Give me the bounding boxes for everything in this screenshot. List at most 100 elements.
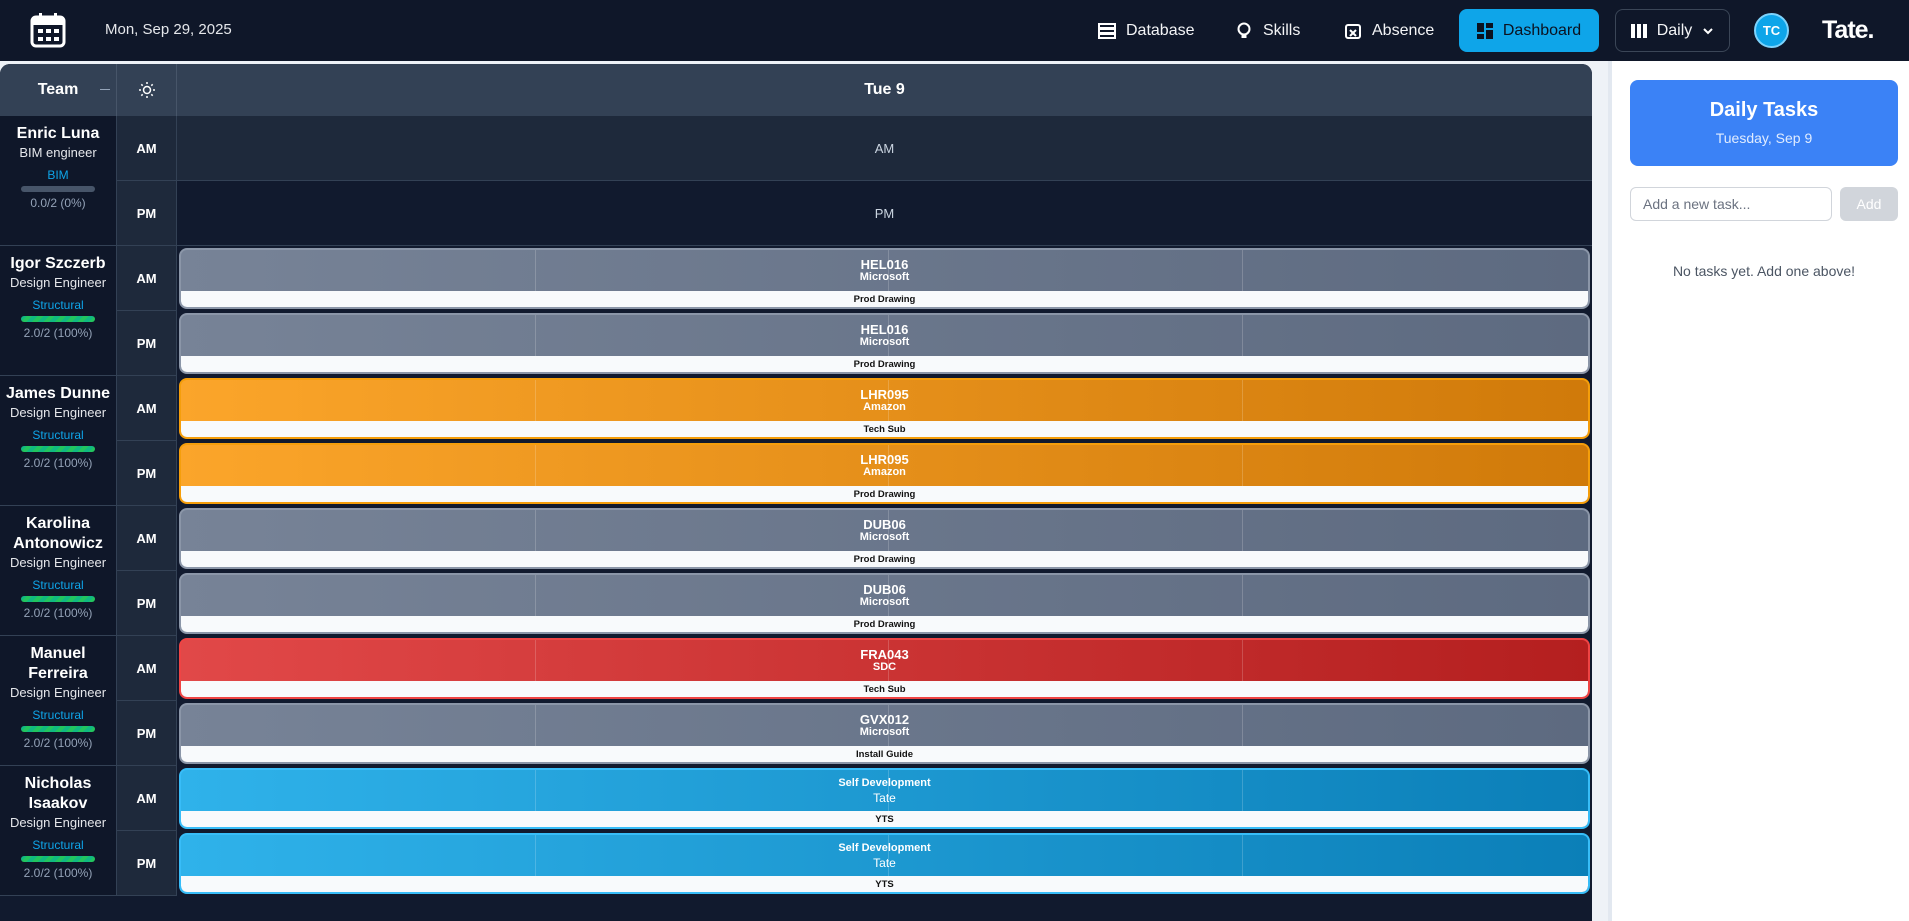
pm-label: PM <box>117 701 177 766</box>
view-select-label: Daily <box>1656 21 1693 39</box>
chevron-down-icon <box>1703 27 1713 34</box>
user-avatar[interactable]: TC <box>1754 13 1789 48</box>
member-name: Manuel Ferreira <box>28 645 88 682</box>
empty-slot-am[interactable]: AM <box>177 116 1592 181</box>
grid-line <box>1242 250 1243 291</box>
grid-line <box>535 250 536 291</box>
assignment-card-pm[interactable]: LHR095 Amazon Prod Drawing <box>179 443 1590 504</box>
team-member[interactable]: James Dunne Design Engineer Structural 2.0/… <box>0 376 117 506</box>
sun-icon <box>138 82 155 98</box>
card-header: DUB06 Microsoft <box>181 575 1588 616</box>
grid-line <box>535 380 536 421</box>
grid-line <box>1242 835 1243 876</box>
member-name: Nicholas Isaakov <box>24 775 92 812</box>
assignment-card-am[interactable]: Self Development Tate YTS <box>179 768 1590 829</box>
project-client: Tate <box>873 791 896 805</box>
current-date: Mon, Sep 29, 2025 <box>105 21 232 38</box>
calendar-icon[interactable] <box>30 12 66 48</box>
nav-database[interactable]: Database <box>1098 18 1195 43</box>
member-name: Karolina Antonowicz <box>13 515 103 552</box>
project-client: Tate <box>873 856 896 870</box>
card-header: GVX012 Microsoft <box>181 705 1588 746</box>
grid-line <box>535 770 536 811</box>
dashboard-button[interactable]: Dashboard <box>1459 9 1599 52</box>
assignment-card-pm[interactable]: DUB06 Microsoft Prod Drawing <box>179 573 1590 634</box>
grid-line <box>535 640 536 681</box>
am-label: AM <box>117 116 177 181</box>
pm-label: PM <box>117 181 177 246</box>
assignment-card-am[interactable]: LHR095 Amazon Tech Sub <box>179 378 1590 439</box>
capacity-bar <box>21 186 95 192</box>
assignment-card-pm[interactable]: Self Development Tate YTS <box>179 833 1590 894</box>
project-code: Self Development <box>838 842 931 854</box>
grid-line <box>888 380 889 421</box>
assignment-card-pm[interactable]: HEL016 Microsoft Prod Drawing <box>179 313 1590 374</box>
grid-line <box>888 835 889 876</box>
daily-tasks-title: Daily Tasks <box>1709 99 1819 121</box>
project-code: LHR095 <box>860 451 909 467</box>
project-code: FRA043 <box>860 646 909 662</box>
task-type: Install Guide <box>181 746 1588 762</box>
assignment-card-am[interactable]: DUB06 Microsoft Prod Drawing <box>179 508 1590 569</box>
lightbulb-icon <box>1237 22 1251 38</box>
nav-skills[interactable]: Skills <box>1235 18 1300 43</box>
collapse-icon[interactable] <box>100 89 110 90</box>
am-label: AM <box>117 376 177 441</box>
view-select[interactable]: Daily <box>1615 9 1730 52</box>
grid-line <box>1242 705 1243 746</box>
grid-line <box>1242 575 1243 616</box>
project-code: Self Development <box>838 777 931 789</box>
project-code: DUB06 <box>863 516 906 532</box>
top-bar: Mon, Sep 29, 2025 Database Skills Absenc… <box>0 0 1909 61</box>
pm-label: PM <box>117 831 177 896</box>
team-member[interactable]: Manuel Ferreira Design Engineer Structural… <box>0 636 117 766</box>
card-header: HEL016 Microsoft <box>181 250 1588 291</box>
capacity-bar <box>21 596 95 602</box>
nav-absence[interactable]: Absence <box>1344 18 1434 43</box>
nav-database-label: Database <box>1126 21 1195 39</box>
project-code: LHR095 <box>860 386 909 402</box>
empty-slot-pm[interactable]: PM <box>177 181 1592 246</box>
member-skill: Structural <box>32 838 84 852</box>
card-header: Self Development Tate <box>181 835 1588 876</box>
team-member[interactable]: Karolina Antonowicz Design Engineer Struct… <box>0 506 117 636</box>
new-task-input[interactable] <box>1630 187 1832 221</box>
team-member[interactable]: Igor Szczerb Design Engineer Structural 2.0… <box>0 246 117 376</box>
pm-label: PM <box>117 441 177 506</box>
assignment-card-am[interactable]: HEL016 Microsoft Prod Drawing <box>179 248 1590 309</box>
task-type: Prod Drawing <box>181 551 1588 567</box>
am-label: AM <box>117 246 177 311</box>
empty-tasks-message: No tasks yet. Add one above! <box>1672 263 1856 279</box>
project-client: SDC <box>872 660 897 673</box>
assignment-card-am[interactable]: FRA043 SDC Tech Sub <box>179 638 1590 699</box>
grid-line <box>535 445 536 486</box>
daily-tasks-panel: Daily Tasks Tuesday, Sep 9 Add No tasks … <box>1608 61 1909 921</box>
columns-icon <box>1630 23 1647 38</box>
grid-line <box>1242 770 1243 811</box>
project-client: Microsoft <box>859 270 910 283</box>
team-column-header[interactable]: Team <box>0 64 117 116</box>
team-member[interactable]: Nicholas Isaakov Design Engineer Structura… <box>0 766 117 896</box>
grid-line <box>888 510 889 551</box>
card-header: LHR095 Amazon <box>181 445 1588 486</box>
brand-logo: Tate. <box>1822 16 1874 44</box>
grid-line <box>888 575 889 616</box>
grid-line <box>535 705 536 746</box>
day-column-header: Tue 9 <box>864 81 905 98</box>
grid-line <box>888 705 889 746</box>
member-name: Igor Szczerb <box>10 255 106 272</box>
task-type: YTS <box>181 811 1588 827</box>
add-task-button[interactable]: Add <box>1840 187 1898 221</box>
grid-line <box>1242 315 1243 356</box>
calendar-x-icon <box>1345 23 1361 39</box>
assignment-card-pm[interactable]: GVX012 Microsoft Install Guide <box>179 703 1590 764</box>
theme-toggle[interactable] <box>117 64 177 116</box>
nav-skills-label: Skills <box>1263 21 1301 39</box>
task-type: Prod Drawing <box>181 356 1588 372</box>
capacity-bar <box>21 316 95 322</box>
project-client: Amazon <box>863 400 906 413</box>
task-type: Tech Sub <box>181 681 1588 697</box>
nav-absence-label: Absence <box>1372 21 1435 39</box>
team-member[interactable]: Enric Luna BIM engineer BIM 0.0/2 (0%) <box>0 116 117 246</box>
dashboard-button-label: Dashboard <box>1502 21 1582 39</box>
